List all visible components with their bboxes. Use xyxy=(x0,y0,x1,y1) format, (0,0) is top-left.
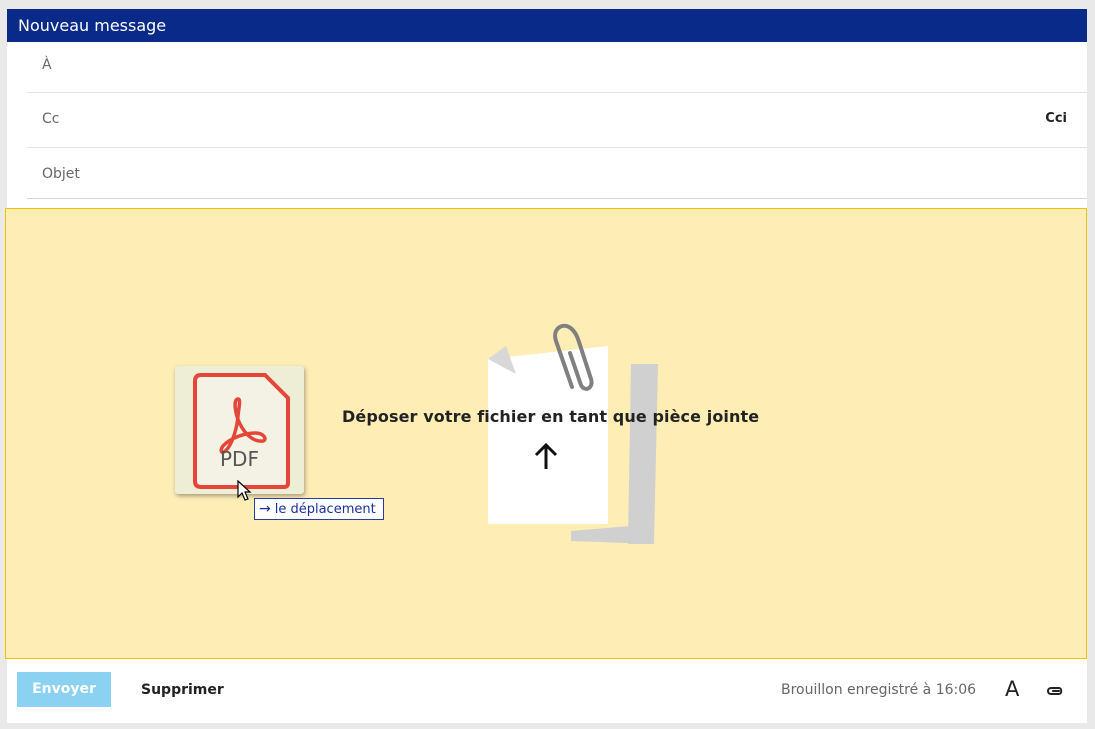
pdf-file-icon xyxy=(193,373,290,489)
text-format-icon[interactable]: A xyxy=(1005,677,1019,701)
mouse-cursor-icon xyxy=(237,480,252,501)
compose-title: Nouveau message xyxy=(7,9,1087,42)
upload-arrow-icon xyxy=(534,442,558,469)
cc-label: Cc xyxy=(42,111,60,127)
delete-button[interactable]: Supprimer xyxy=(141,682,224,698)
compose-window: Nouveau message À Cc Cci Objet Déposer v… xyxy=(5,9,1087,723)
dragged-pdf-file: PDF xyxy=(175,366,304,494)
cc-field[interactable]: Cc Cci xyxy=(27,93,1087,148)
send-button[interactable]: Envoyer xyxy=(17,672,111,707)
arrow-right-icon: → xyxy=(259,501,271,517)
drag-tooltip-label: le déplacement xyxy=(274,502,376,517)
to-field[interactable]: À xyxy=(27,42,1087,93)
dropzone-text: Déposer votre fichier en tant que pièce … xyxy=(342,407,760,426)
attachment-dropzone[interactable]: Déposer votre fichier en tant que pièce … xyxy=(5,208,1087,659)
draft-status: Brouillon enregistré à 16:06 xyxy=(781,682,977,698)
compose-footer: Envoyer Supprimer Brouillon enregistré à… xyxy=(7,660,1087,723)
drag-move-tooltip: → le déplacement xyxy=(254,498,384,520)
pdf-label: PDF xyxy=(220,447,259,471)
subject-label: Objet xyxy=(42,166,80,182)
paperclip-document-icon xyxy=(488,323,658,544)
to-label: À xyxy=(42,57,52,73)
bcc-toggle[interactable]: Cci xyxy=(1045,111,1067,126)
subject-field[interactable]: Objet xyxy=(27,148,1087,199)
attachment-icon[interactable] xyxy=(1045,684,1065,698)
